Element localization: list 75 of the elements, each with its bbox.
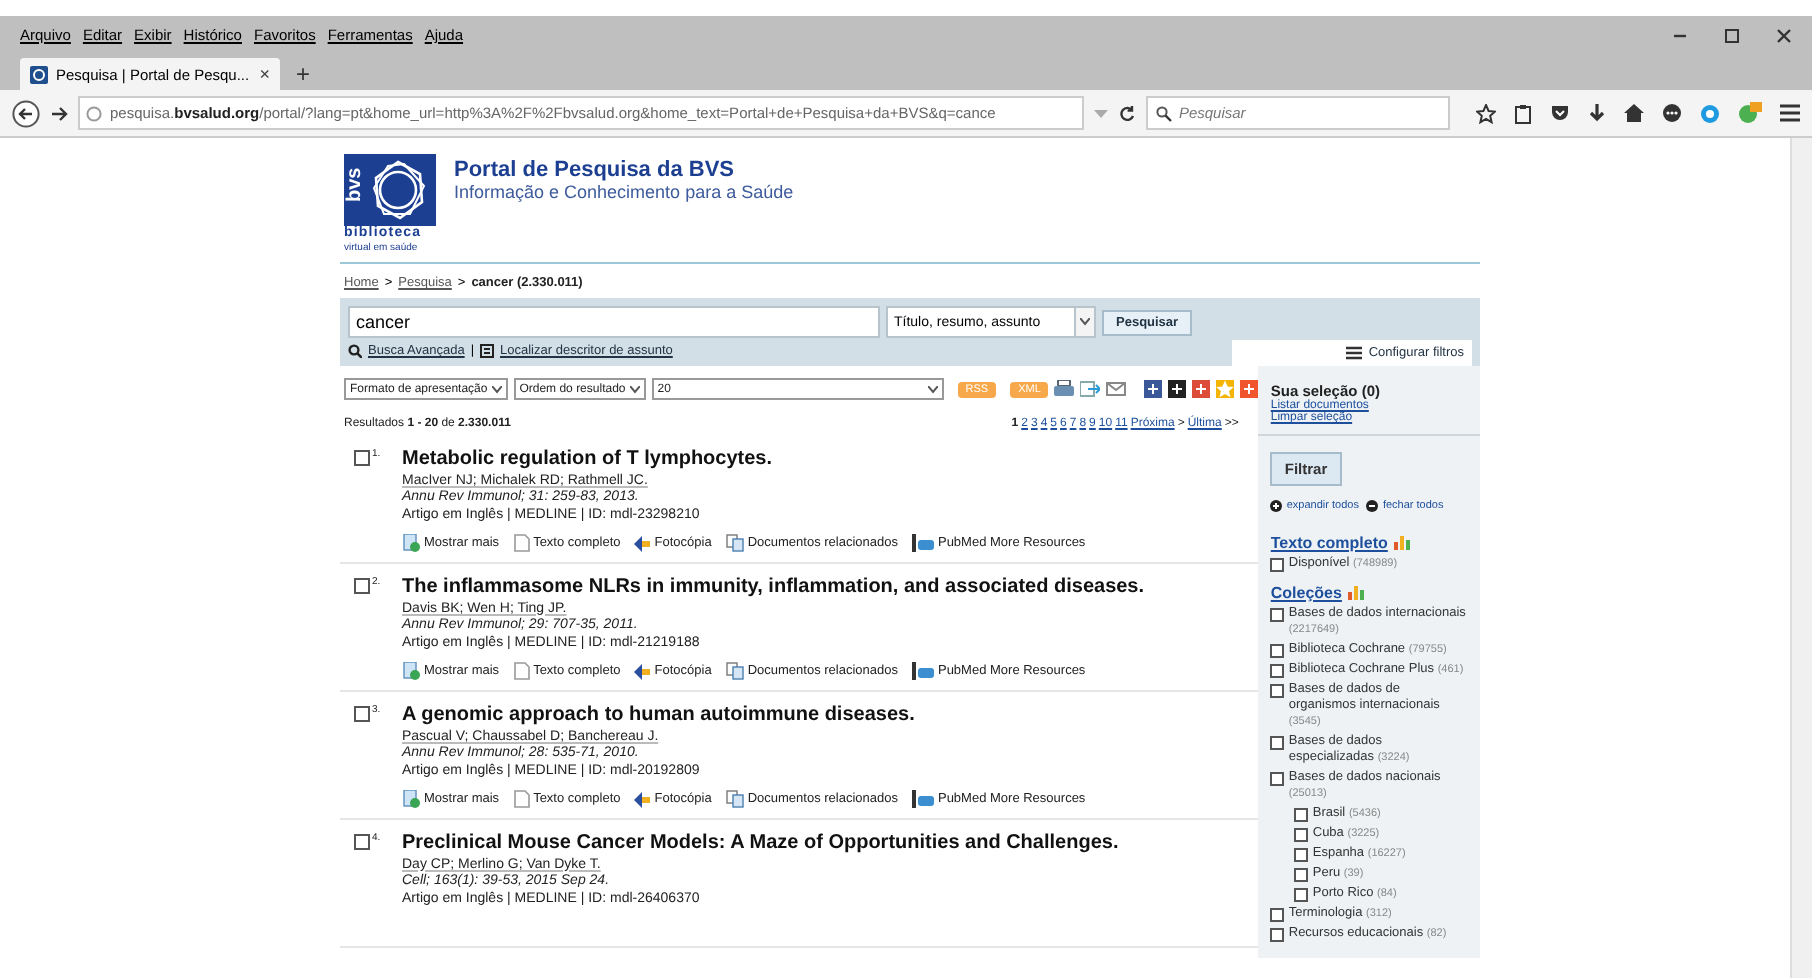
checkbox[interactable]: [1270, 607, 1285, 621]
reload-icon[interactable]: [1118, 104, 1137, 122]
checkbox[interactable]: [1294, 807, 1309, 821]
document-icon: [513, 790, 530, 808]
checkbox[interactable]: [1294, 887, 1309, 901]
checkbox[interactable]: [1270, 735, 1285, 749]
chart-icon: [911, 662, 934, 680]
documents-icon: [725, 790, 744, 808]
checkbox[interactable]: [1270, 907, 1285, 921]
maximize-icon[interactable]: [1724, 27, 1740, 43]
star-icon[interactable]: [1476, 103, 1496, 123]
pocket-icon[interactable]: [1550, 104, 1570, 122]
checkbox[interactable]: [1270, 643, 1285, 657]
chat-icon[interactable]: [1662, 103, 1682, 123]
documents-icon: [725, 534, 744, 552]
chart-icon: [911, 790, 934, 808]
checkbox[interactable]: [1270, 771, 1285, 785]
site-title: Portal de Pesquisa da BVS: [454, 158, 736, 182]
minus-circle-icon: [1366, 500, 1379, 512]
bookmark-icon[interactable]: [1168, 380, 1187, 398]
result-title[interactable]: A genomic approach to human autoimmune diseases.: [402, 704, 1086, 726]
site-subtitle: Informação e Conhecimento para a Saúde: [454, 182, 794, 202]
search-icon: [1156, 105, 1173, 121]
facet-title[interactable]: Texto completo: [1270, 534, 1468, 552]
menu-icon[interactable]: [1780, 104, 1800, 122]
checkbox[interactable]: [354, 578, 370, 594]
list-icon: [480, 344, 495, 358]
extension-icon[interactable]: [1738, 102, 1762, 124]
export-icon[interactable]: [1080, 380, 1101, 398]
new-tab-button[interactable]: +: [296, 58, 311, 90]
close-icon[interactable]: [1776, 27, 1792, 43]
checkbox[interactable]: [1270, 927, 1285, 941]
checkbox[interactable]: [1270, 663, 1285, 677]
document-icon: [513, 662, 530, 680]
clipboard-icon[interactable]: [1514, 103, 1532, 123]
checkbox[interactable]: [1294, 827, 1309, 841]
result-title[interactable]: The inflammasome NLRs in immunity, inflammation, and associated diseases.: [402, 576, 1145, 598]
document-icon: [513, 534, 530, 552]
chevron-icon: [629, 385, 640, 393]
chevron-icon: [927, 385, 938, 393]
plus-circle-icon: [1270, 500, 1283, 512]
checkbox[interactable]: [1294, 867, 1309, 881]
arrow-icon: [634, 791, 651, 807]
print-icon[interactable]: [1054, 380, 1075, 398]
result-title[interactable]: Preclinical Mouse Cancer Models: A Maze of Opportunities and Challenges.: [402, 832, 1119, 854]
chevron-icon: [491, 385, 502, 393]
ring-logo-icon: [370, 158, 426, 222]
search-input[interactable]: cancer: [348, 306, 880, 338]
chevron-icon: [1080, 318, 1090, 326]
arrow-icon: [634, 535, 651, 551]
scrollbar[interactable]: [1790, 138, 1812, 978]
email-icon[interactable]: [1106, 380, 1127, 398]
checkbox[interactable]: [1270, 557, 1285, 571]
home-icon[interactable]: [1624, 104, 1644, 122]
share-icon[interactable]: [1240, 380, 1259, 398]
facet-title[interactable]: Coleções: [1270, 584, 1468, 602]
list-icon: [1346, 346, 1363, 360]
checkbox[interactable]: [354, 706, 370, 722]
result-title[interactable]: Metabolic regulation of T lymphocytes.: [402, 448, 1086, 470]
search-icon: [348, 344, 362, 358]
download-icon[interactable]: [1588, 103, 1606, 123]
document-plus-icon: [402, 662, 420, 680]
documents-icon: [725, 662, 744, 680]
bar-chart-icon: [1347, 586, 1364, 600]
checkbox[interactable]: [354, 450, 370, 466]
back-icon[interactable]: [12, 99, 40, 127]
document-plus-icon: [402, 534, 420, 552]
checkbox[interactable]: [1294, 847, 1309, 861]
forward-icon[interactable]: [50, 103, 68, 123]
arrow-icon: [634, 663, 651, 679]
checkbox[interactable]: [354, 834, 370, 850]
document-plus-icon: [402, 790, 420, 808]
bar-chart-icon: [1393, 536, 1410, 550]
checkbox[interactable]: [1270, 683, 1285, 697]
chart-icon: [911, 534, 934, 552]
